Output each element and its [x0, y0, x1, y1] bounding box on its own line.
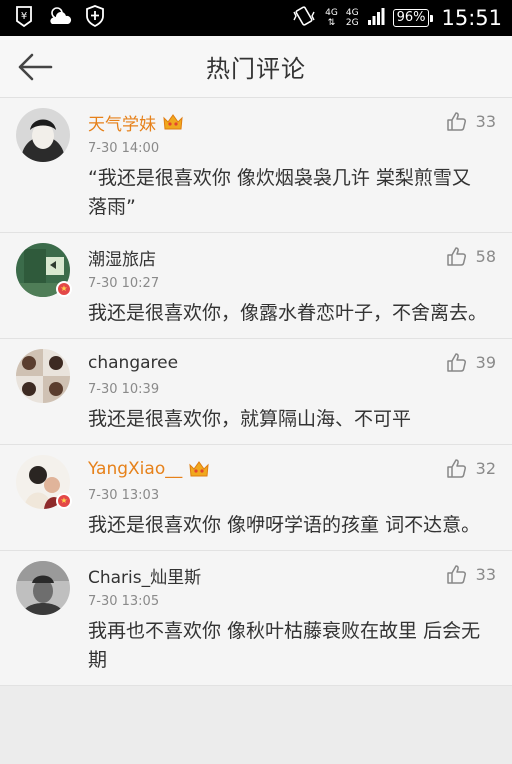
thumbs-up-icon — [446, 112, 466, 131]
like-button[interactable]: 39 — [446, 351, 496, 373]
vibrate-icon — [291, 4, 317, 32]
like-button[interactable]: 33 — [446, 563, 496, 585]
vip-crown-icon — [162, 113, 184, 131]
back-arrow-icon — [18, 53, 53, 80]
comment-text: “我还是很喜欢你 像炊烟袅袅几许 棠梨煎雪又落雨” — [88, 167, 471, 218]
comment-body: changaree 7-30 10:39 我还是很喜欢你，就算隔山海、不可平 — [88, 349, 498, 444]
status-left: ¥ — [12, 4, 106, 32]
comment-header: changaree — [88, 350, 498, 376]
avatar[interactable]: ★ — [16, 455, 72, 509]
comment-item[interactable]: changaree 7-30 10:39 我还是很喜欢你，就算隔山海、不可平 3… — [0, 339, 512, 445]
comment-time: 7-30 14:00 — [88, 141, 160, 156]
shield-icon — [84, 4, 106, 32]
wallet-icon: ¥ — [12, 4, 36, 32]
signal-icon — [367, 6, 385, 30]
comment-text: 我还是很喜欢你，就算隔山海、不可平 — [88, 408, 412, 430]
username[interactable]: 天气学妹 — [88, 110, 156, 135]
avatar[interactable] — [16, 108, 70, 162]
comment-item[interactable]: 天气学妹 7-30 14:00 “我还是很喜欢你 像炊烟袅袅几许 棠梨煎雪又落雨… — [0, 98, 512, 233]
status-clock: 15:51 — [441, 6, 502, 30]
username[interactable]: 潮湿旅店 — [88, 245, 156, 270]
avatar[interactable] — [16, 561, 70, 615]
comment-item[interactable]: ★ 潮湿旅店 7-30 10:27 我还是很喜欢你，像露水眷恋叶子，不舍离去。 … — [0, 233, 512, 339]
back-button[interactable] — [0, 36, 70, 98]
comment-header: YangXiao__ — [88, 456, 498, 482]
verified-badge-icon: ★ — [56, 493, 72, 509]
comment-body: 潮湿旅店 7-30 10:27 我还是很喜欢你，像露水眷恋叶子，不舍离去。 — [88, 243, 498, 338]
vip-crown-icon — [188, 460, 210, 478]
username[interactable]: Charis_灿里斯 — [88, 563, 201, 588]
network-indicator-1: 4G ⇅ — [325, 8, 338, 28]
comment-header: 天气学妹 — [88, 109, 498, 135]
comment-body: Charis_灿里斯 7-30 13:05 我再也不喜欢你 像秋叶枯藤衰败在故里… — [88, 561, 498, 685]
svg-text:¥: ¥ — [21, 11, 27, 22]
transfer-arrows-icon: ⇅ — [327, 18, 336, 28]
username[interactable]: changaree — [88, 353, 178, 373]
net-type-top: 4G — [325, 8, 338, 18]
network-indicator-2: 4G 2G — [346, 8, 359, 28]
like-count: 33 — [475, 111, 496, 131]
app-bar: 热门评论 — [0, 36, 512, 98]
comment-item[interactable]: ★ YangXiao__ 7-30 13:03 我还是很喜欢你 像咿呀学语的孩童… — [0, 445, 512, 551]
comment-list[interactable]: 天气学妹 7-30 14:00 “我还是很喜欢你 像炊烟袅袅几许 棠梨煎雪又落雨… — [0, 98, 512, 686]
page-title: 热门评论 — [206, 55, 306, 83]
thumbs-up-icon — [446, 353, 466, 372]
net-type-bottom: 2G — [345, 18, 359, 28]
comment-text: 我还是很喜欢你 像咿呀学语的孩童 词不达意。 — [88, 514, 481, 536]
status-bar: ¥ 4G ⇅ 4G 2G 96% 15:51 — [0, 0, 512, 36]
comment-time: 7-30 10:39 — [88, 382, 160, 397]
thumbs-up-icon — [446, 565, 466, 584]
avatar[interactable]: ★ — [16, 243, 72, 297]
comment-body: 天气学妹 7-30 14:00 “我还是很喜欢你 像炊烟袅袅几许 棠梨煎雪又落雨… — [88, 108, 498, 232]
like-button[interactable]: 33 — [446, 110, 496, 132]
comment-text: 我再也不喜欢你 像秋叶枯藤衰败在故里 后会无期 — [88, 620, 481, 671]
weather-icon — [46, 4, 74, 32]
comment-header: Charis_灿里斯 — [88, 562, 498, 588]
battery-indicator: 96% — [392, 9, 434, 27]
comment-time: 7-30 13:05 — [88, 594, 160, 609]
comment-item[interactable]: Charis_灿里斯 7-30 13:05 我再也不喜欢你 像秋叶枯藤衰败在故里… — [0, 551, 512, 686]
net-type-top-2: 4G — [345, 8, 359, 18]
like-count: 33 — [475, 564, 496, 584]
like-count: 58 — [475, 246, 496, 266]
comment-time: 7-30 13:03 — [88, 488, 160, 503]
comment-header: 潮湿旅店 — [88, 244, 498, 270]
like-button[interactable]: 58 — [446, 245, 496, 267]
thumbs-up-icon — [446, 247, 466, 266]
comment-body: YangXiao__ 7-30 13:03 我还是很喜欢你 像咿呀学语的孩童 词… — [88, 455, 498, 550]
comment-text: 我还是很喜欢你，像露水眷恋叶子，不舍离去。 — [88, 302, 488, 324]
like-count: 32 — [475, 458, 496, 478]
comment-time: 7-30 10:27 — [88, 276, 160, 291]
verified-badge-icon: ★ — [56, 281, 72, 297]
status-right: 4G ⇅ 4G 2G 96% 15:51 — [291, 4, 502, 32]
username[interactable]: YangXiao__ — [88, 459, 182, 479]
like-count: 39 — [475, 352, 496, 372]
thumbs-up-icon — [446, 459, 466, 478]
like-button[interactable]: 32 — [446, 457, 496, 479]
avatar[interactable] — [16, 349, 70, 403]
